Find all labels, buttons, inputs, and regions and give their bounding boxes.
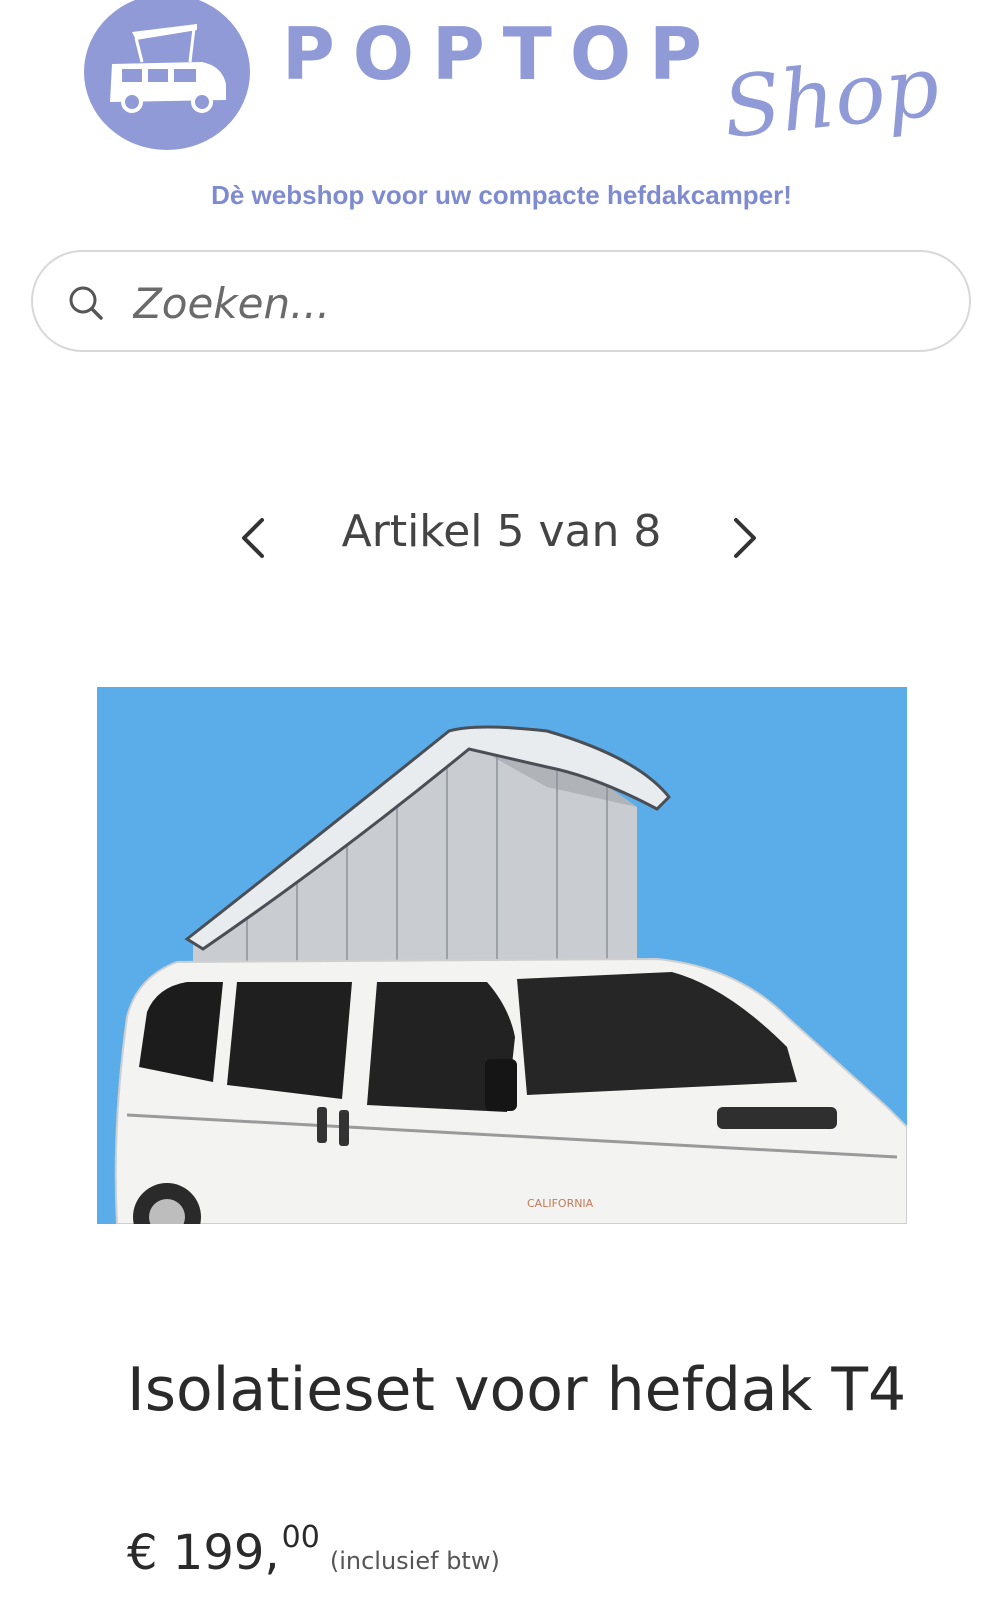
search-icon[interactable] <box>67 284 105 326</box>
search-bar[interactable] <box>31 250 971 352</box>
product-title: Isolatieset voor hefdak T4 <box>127 1355 907 1425</box>
site-tagline: Dè webshop voor uw compacte hefdakcamper… <box>211 180 792 210</box>
search-input[interactable] <box>131 272 935 334</box>
price-amount: € 199, <box>127 1525 280 1581</box>
pager-position-text: Artikel 5 van 8 <box>341 506 662 557</box>
article-pager: Artikel 5 van 8 <box>0 500 1003 570</box>
price-tax-note: (inclusief btw) <box>329 1547 500 1575</box>
logo-wordmark[interactable]: POPTOP <box>282 18 720 90</box>
chevron-right-icon[interactable] <box>728 514 762 566</box>
price-cents: 00 <box>281 1520 320 1555</box>
logo-van-icon[interactable] <box>84 0 250 150</box>
california-decal: CALIFORNIA <box>527 1197 594 1210</box>
product-image[interactable]: CALIFORNIA <box>97 687 907 1224</box>
product-price: € 199,00 (inclusief btw) <box>127 1520 500 1590</box>
logo-script[interactable]: Shop <box>718 37 943 157</box>
site-header: POPTOP Shop Dè webshop voor uw compacte … <box>0 0 1003 240</box>
